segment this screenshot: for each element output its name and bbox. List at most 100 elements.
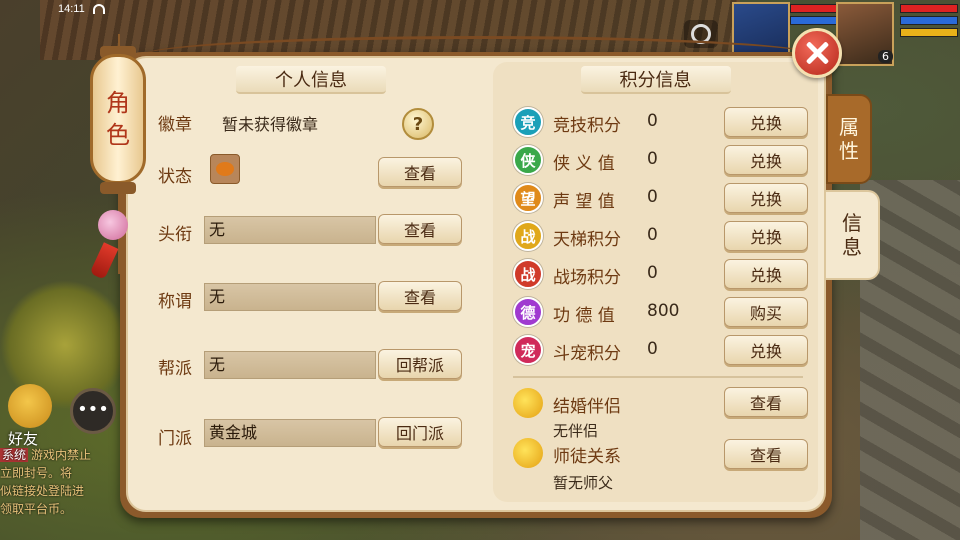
section-divider — [513, 376, 803, 378]
tab-char: 性 — [839, 139, 859, 163]
appellation-view-button[interactable]: 查看 — [378, 281, 462, 311]
chat-text: 游戏内禁止 — [31, 448, 92, 462]
lantern-char: 角 — [106, 89, 130, 117]
exchange-button[interactable]: 兑换 — [724, 107, 808, 137]
score-name: 竞技积分 — [553, 116, 621, 136]
title-label: 头衔 — [158, 225, 192, 245]
mentor-view-button[interactable]: 查看 — [724, 439, 808, 469]
score-name: 侠 义 值 — [553, 154, 615, 174]
section-title: 积分信息 — [619, 70, 692, 91]
score-row-battlefield: 战 战场积分 0 兑换 — [513, 259, 813, 291]
title-value: 无 — [204, 216, 376, 244]
food-status-icon[interactable] — [210, 154, 240, 184]
guild-value: 无 — [204, 351, 376, 379]
friend-icon — [8, 384, 52, 428]
chat-line: 似链接处登陆进 — [0, 482, 120, 500]
title-view-button[interactable]: 查看 — [378, 214, 462, 244]
exchange-button[interactable]: 兑换 — [724, 259, 808, 289]
help-icon[interactable]: ? — [402, 108, 434, 140]
score-name: 战场积分 — [553, 268, 621, 288]
player-mp-bar — [900, 16, 958, 25]
sect-label: 门派 — [158, 429, 192, 449]
score-row-ladder: 战 天梯积分 0 兑换 — [513, 221, 813, 253]
personal-info-section: 个人信息 徽章 暂未获得徽章 ? 状态 查看 头衔 无 查看 称谓 无 查看 帮… — [136, 62, 486, 502]
marriage-icon — [513, 388, 543, 418]
personal-info-header: 个人信息 — [136, 62, 486, 96]
chat-line: 系统 游戏内禁止 — [0, 446, 120, 464]
section-title: 个人信息 — [275, 70, 347, 91]
reputation-badge-icon: 望 — [513, 183, 543, 213]
marriage-value: 无伴侣 — [553, 422, 599, 440]
player-hp-bar — [900, 4, 958, 13]
score-value: 0 — [647, 187, 658, 207]
chat-text: 立即封号。将 — [0, 466, 73, 480]
chat-log[interactable]: 系统 游戏内禁止 立即封号。将 似链接处登陆进 领取平台币。 — [0, 446, 120, 540]
score-row-reputation: 望 声 望 值 0 兑换 — [513, 183, 813, 215]
status-label: 状态 — [158, 167, 192, 187]
purchase-button[interactable]: 购买 — [724, 297, 808, 327]
score-value: 0 — [647, 111, 658, 131]
mentor-value: 暂无师父 — [553, 474, 614, 492]
exchange-button[interactable]: 兑换 — [724, 183, 808, 213]
score-name: 斗宠积分 — [553, 344, 621, 364]
return-sect-button[interactable]: 回门派 — [378, 417, 462, 447]
chat-text: 似链接处登陆进 — [0, 484, 85, 498]
chivalry-badge-icon: 侠 — [513, 145, 543, 175]
clock: 14:11 — [58, 3, 85, 15]
marriage-label: 结婚伴侣 — [553, 397, 621, 417]
return-guild-button[interactable]: 回帮派 — [378, 349, 462, 379]
battlefield-badge-icon: 战 — [513, 259, 543, 289]
ladder-badge-icon: 战 — [513, 221, 543, 251]
pet-battle-badge-icon: 宠 — [513, 335, 543, 365]
score-name: 功 德 值 — [553, 306, 615, 326]
player-sp-bar — [900, 28, 958, 37]
close-icon — [804, 40, 830, 66]
score-value: 0 — [647, 263, 658, 283]
player-level: 6 — [878, 50, 893, 63]
exchange-button[interactable]: 兑换 — [724, 335, 808, 365]
chat-icon[interactable]: ••• — [70, 388, 116, 434]
chat-line: 立即封号。将 — [0, 464, 120, 482]
tab-attributes[interactable]: 属 性 — [826, 94, 872, 184]
close-button[interactable] — [792, 28, 842, 78]
score-name: 声 望 值 — [553, 192, 615, 212]
marriage-view-button[interactable]: 查看 — [724, 387, 808, 417]
wifi-icon — [92, 4, 105, 14]
score-row-arena: 竞 竞技积分 0 兑换 — [513, 107, 813, 139]
score-value: 800 — [647, 301, 680, 321]
charm-icon — [98, 210, 128, 240]
chat-channel-tag: 系统 — [0, 448, 29, 462]
score-value: 0 — [647, 149, 658, 169]
score-name: 天梯积分 — [553, 230, 621, 250]
chat-line: 领取平台币。 — [0, 500, 120, 518]
points-info-header: 积分信息 — [493, 62, 818, 96]
tab-char: 信 — [842, 211, 862, 235]
mentor-icon — [513, 438, 543, 468]
tab-char: 息 — [842, 235, 862, 259]
sect-value: 黄金城 — [204, 419, 376, 447]
score-row-chivalry: 侠 侠 义 值 0 兑换 — [513, 145, 813, 177]
chat-text: 领取平台币。 — [0, 502, 73, 516]
tab-info[interactable]: 信 息 — [826, 190, 880, 280]
exchange-button[interactable]: 兑换 — [724, 145, 808, 175]
score-value: 0 — [647, 339, 658, 359]
points-info-section: 积分信息 竞 竞技积分 0 兑换 侠 侠 义 值 0 兑换 望 声 望 值 0 … — [493, 62, 818, 502]
friends-button[interactable]: 好友 — [8, 384, 52, 449]
merit-badge-icon: 德 — [513, 297, 543, 327]
lantern-cap-bottom — [100, 182, 136, 194]
score-row-pet-battle: 宠 斗宠积分 0 兑换 — [513, 335, 813, 367]
badge-value: 暂未获得徽章 — [222, 115, 319, 134]
badge-label: 徽章 — [158, 115, 192, 135]
guild-label: 帮派 — [158, 359, 192, 379]
device-status-bar: 14:11 — [58, 2, 105, 16]
mentor-label: 师徒关系 — [553, 447, 621, 467]
score-row-merit: 德 功 德 值 800 购买 — [513, 297, 813, 329]
appellation-value: 无 — [204, 283, 376, 311]
player-status-bars — [900, 4, 958, 40]
status-view-button[interactable]: 查看 — [378, 157, 462, 187]
tab-char: 属 — [839, 115, 859, 139]
lantern-char: 色 — [106, 121, 130, 149]
arena-badge-icon: 竞 — [513, 107, 543, 137]
exchange-button[interactable]: 兑换 — [724, 221, 808, 251]
appellation-label: 称谓 — [158, 292, 192, 312]
